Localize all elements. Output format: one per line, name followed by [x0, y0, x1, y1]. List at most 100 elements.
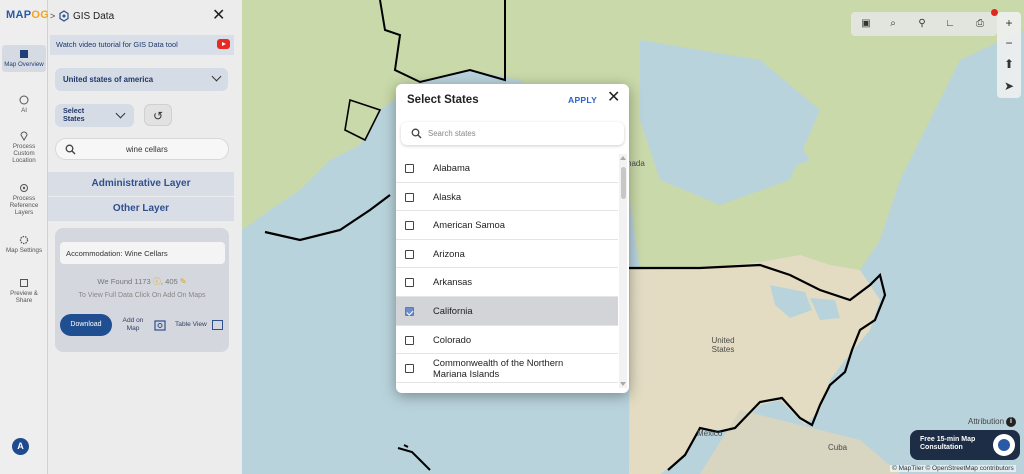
add-map-icon[interactable]: [154, 320, 166, 331]
state-label: American Samoa: [433, 219, 505, 231]
compass-icon[interactable]: ⬆: [997, 54, 1021, 74]
search-icon: [411, 128, 422, 139]
state-checkbox[interactable]: [405, 249, 414, 259]
zoom-in-button[interactable]: +: [997, 13, 1021, 33]
scrollbar[interactable]: [619, 154, 627, 388]
administrative-layer-button[interactable]: Administrative Layer: [48, 172, 234, 196]
location-pin-icon: [20, 131, 28, 141]
rail-item-map-overview[interactable]: Map Overview: [2, 45, 46, 73]
close-modal-button[interactable]: ✕: [607, 90, 620, 106]
zoom-controls: + − ⬆ ➤: [997, 12, 1021, 98]
state-label: Alabama: [433, 162, 471, 173]
select-states-label: Select States: [63, 106, 85, 123]
state-checkbox[interactable]: [405, 307, 414, 316]
youtube-icon[interactable]: [217, 39, 230, 49]
state-row[interactable]: American Samoa: [396, 211, 618, 240]
rail-item-preview-share[interactable]: Preview & Share: [2, 278, 46, 304]
layers-icon: [20, 184, 28, 192]
map-credits: © MapTiler © OpenStreetMap contributors: [890, 465, 1016, 472]
add-on-map-label: Add on Map: [122, 317, 144, 332]
state-row[interactable]: Arkansas: [396, 268, 618, 297]
state-label: California: [433, 305, 473, 316]
rail-label: AI: [21, 107, 27, 114]
user-location-icon[interactable]: ⚲: [914, 16, 930, 32]
found-summary: We Found 1173 ⓘ, 405 ✎: [97, 277, 187, 286]
scroll-down-arrow[interactable]: [620, 382, 626, 386]
refresh-icon: ↺: [152, 109, 164, 123]
state-row[interactable]: California: [396, 297, 618, 326]
close-panel-button[interactable]: ✕: [212, 8, 225, 24]
state-label: Alaska: [433, 190, 462, 202]
panel-title: GIS Data: [73, 11, 115, 22]
zoom-out-button[interactable]: −: [997, 33, 1021, 53]
select-states-modal: Select States APPLY ✕ Alabama Alaska Ameri…: [396, 84, 629, 393]
select-states-button[interactable]: Select States: [55, 104, 134, 127]
state-checkbox[interactable]: [405, 221, 414, 231]
state-search-input[interactable]: [428, 126, 608, 141]
chat-icon[interactable]: [993, 434, 1015, 456]
ai-icon: [19, 95, 29, 105]
add-on-map-button[interactable]: Add on Map: [120, 317, 146, 332]
rail-label: Map Overview: [4, 61, 44, 68]
state-row[interactable]: Alaska: [396, 183, 618, 212]
video-tutorial-link[interactable]: Watch video tutorial for GIS Data tool: [50, 35, 234, 55]
state-row[interactable]: Colorado: [396, 326, 618, 355]
gear-icon: [19, 235, 29, 245]
state-checkbox[interactable]: [405, 278, 414, 288]
tag-icon: ✎: [179, 277, 187, 286]
attribution[interactable]: Attribution i: [968, 417, 1017, 427]
measure-icon[interactable]: ∟: [942, 16, 958, 32]
rail-item-custom-location[interactable]: Process Custom Location: [2, 131, 46, 164]
other-layer-button[interactable]: Other Layer: [48, 197, 234, 221]
country-select[interactable]: United states of america: [55, 68, 228, 91]
navigate-icon[interactable]: ➤: [997, 76, 1021, 96]
state-checkbox[interactable]: [405, 164, 414, 173]
rail-label: Map Settings: [5, 247, 43, 254]
scroll-up-arrow[interactable]: [620, 156, 626, 160]
state-checkbox[interactable]: [405, 192, 414, 202]
state-label: Colorado: [433, 333, 472, 345]
result-card: Accommodation: Wine Cellars We Found 117…: [55, 228, 229, 352]
info-icon: ⓘ: [152, 277, 161, 286]
logo[interactable]: MAPOG: [6, 9, 49, 21]
reset-button[interactable]: ↺: [144, 104, 172, 126]
rail-item-ai[interactable]: AI: [2, 95, 46, 114]
apply-button[interactable]: APPLY: [568, 95, 597, 105]
left-rail: MAPOG Map Overview AI Process Custom Loc…: [0, 0, 49, 474]
download-button[interactable]: Download: [60, 314, 112, 336]
state-row[interactable]: Arizona: [396, 240, 618, 269]
hint-text: To View Full Data Click On Add On Maps: [78, 292, 206, 299]
info-icon[interactable]: i: [1006, 417, 1017, 427]
found-count-primary: 1173: [134, 277, 151, 286]
table-view-button[interactable]: Table View: [175, 321, 207, 328]
rail-label: Process Custom Location: [12, 143, 36, 165]
rail-item-reference-layers[interactable]: Process Reference Layers: [2, 183, 46, 216]
consultation-label: Free 15-min Map Consultation: [920, 436, 976, 452]
table-icon[interactable]: [212, 320, 223, 330]
panel-header: > GIS Data ✕: [48, 0, 242, 32]
rail-label: Process Reference Layers: [9, 195, 39, 217]
share-icon: [20, 279, 28, 287]
state-checkbox[interactable]: [405, 335, 414, 345]
print-icon[interactable]: ⎙: [972, 16, 988, 32]
search-icon: [65, 144, 76, 155]
search-input[interactable]: wine cellars: [55, 138, 229, 160]
map-icon: [20, 50, 28, 58]
state-checkbox[interactable]: [405, 364, 414, 374]
gis-data-icon: [59, 10, 69, 22]
chevron-down-icon: [115, 108, 126, 119]
scroll-thumb[interactable]: [620, 167, 626, 199]
avatar[interactable]: A: [12, 438, 29, 455]
search-value: wine cellars: [126, 145, 168, 154]
country-value: United states of america: [63, 75, 154, 84]
state-row[interactable]: Commonwealth of the Northern Mariana Isl…: [396, 354, 618, 383]
image-icon[interactable]: ▣: [858, 16, 874, 32]
consultation-button[interactable]: Free 15-min Map Consultation: [910, 430, 1020, 460]
found-label: We Found: [97, 277, 133, 286]
rail-item-map-settings[interactable]: Map Settings: [2, 235, 46, 254]
state-label: Arizona: [433, 247, 465, 259]
search-icon[interactable]: ⌕: [885, 16, 901, 32]
state-list: Alabama Alaska American Samoa Arizona Arkans…: [396, 154, 618, 393]
state-row[interactable]: Alabama: [396, 154, 618, 183]
tutorial-text: Watch video tutorial for GIS Data tool: [56, 40, 178, 49]
